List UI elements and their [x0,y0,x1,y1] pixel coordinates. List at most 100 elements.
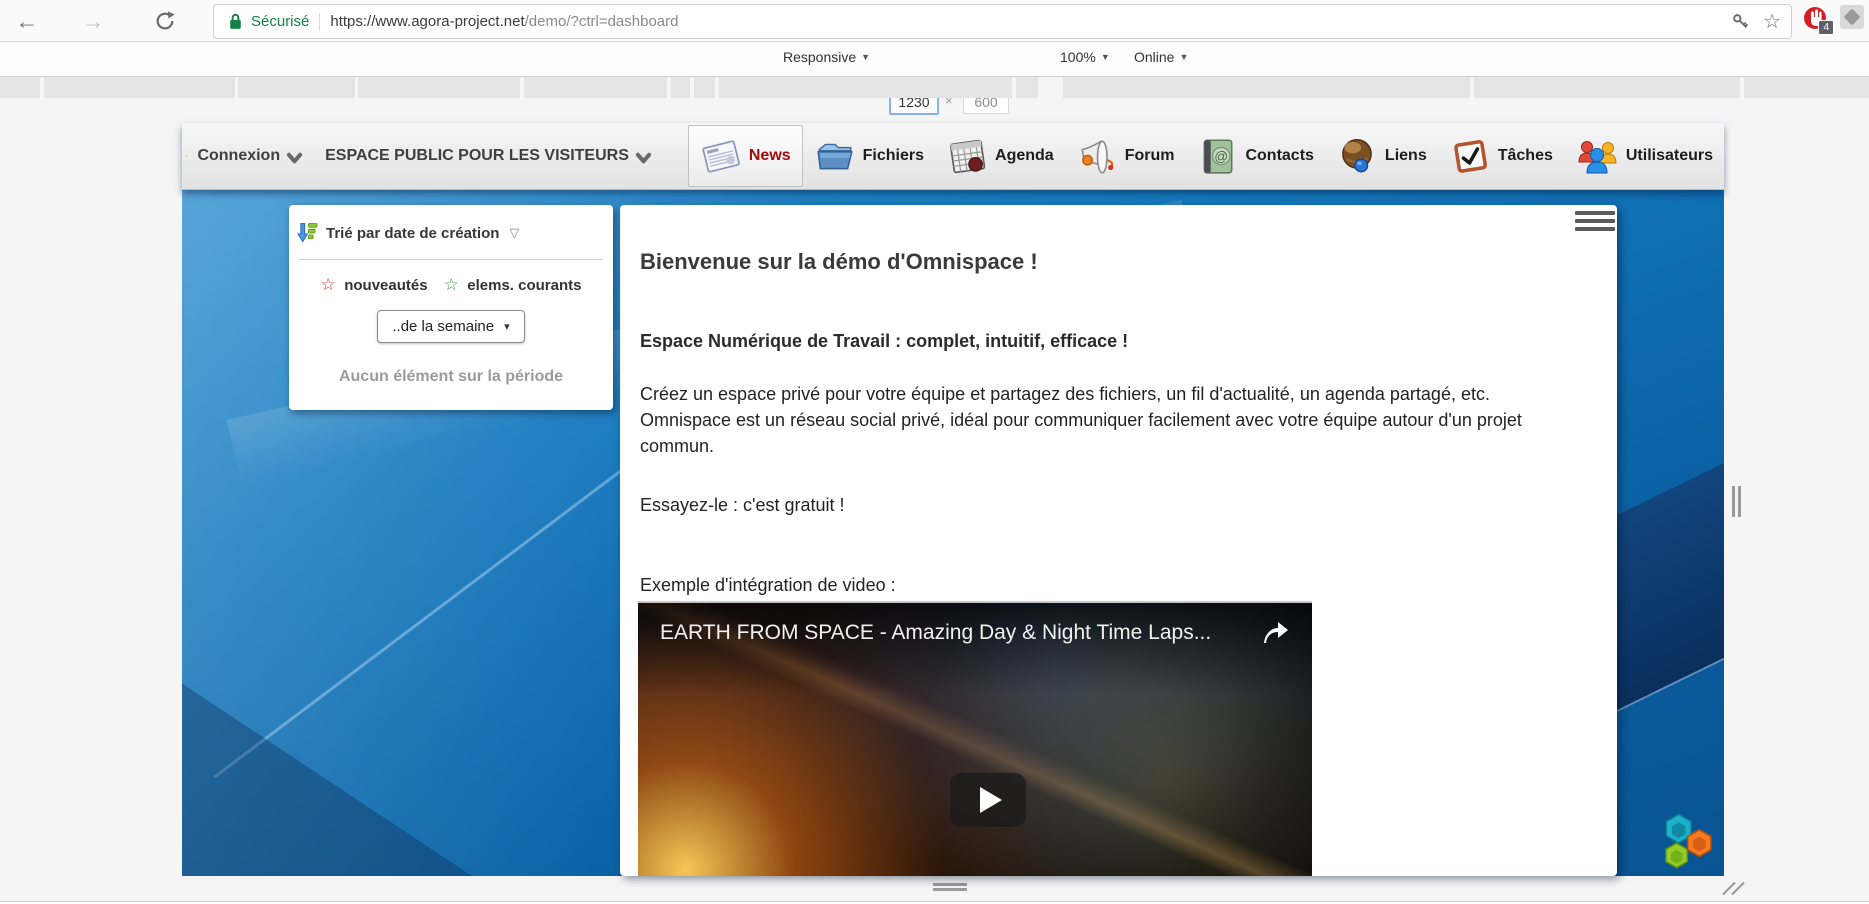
bookmark-item[interactable] [238,77,355,98]
padlock-icon [228,12,243,31]
zoom-dropdown[interactable]: 100% ▼ [1060,49,1110,65]
sort-icon [297,221,318,245]
video-caption: Exemple d'intégration de video : [640,575,896,596]
red-star-icon: ☆ [321,275,336,294]
agora-logo-icon[interactable] [186,125,187,187]
youtube-embed[interactable]: EARTH FROM SPACE - Amazing Day & Night T… [638,601,1312,876]
url-path: /demo/?ctrl=dashboard [525,13,679,30]
agora-logo-corner-icon [1656,808,1722,874]
bookmark-star-icon[interactable]: ☆ [1763,12,1781,32]
screenshot-root: ← → Sécurisé https://www.agora-project.n… [0,0,1869,904]
tab-taches[interactable]: Tâches [1438,126,1564,186]
devtools-device-toolbar: Responsive ▼ 1230 × 600 100% ▼ Online ▼ [0,42,1869,77]
tab-utilisateurs[interactable]: Utilisateurs [1564,126,1724,186]
bookmark-item[interactable] [1744,77,1869,98]
article-body: Créez un espace privé pour votre équipe … [640,381,1578,459]
sort-dropdown[interactable]: Trié par date de création ▽ [289,205,613,257]
sort-label: Trié par date de création [326,225,499,242]
tab-fichiers[interactable]: Fichiers [803,126,935,186]
widget-divider [299,259,603,260]
tab-forum[interactable]: Forum [1065,126,1186,186]
period-select-value: ..de la semaine [392,318,494,335]
newspaper-icon [700,135,742,177]
bookmark-item[interactable] [44,77,235,98]
acrobat-extension-icon[interactable] [1840,5,1864,29]
wallpaper-dark-corner [182,629,472,876]
viewport-resize-handle-bottom[interactable] [933,883,967,893]
bookmark-item[interactable] [1474,77,1740,98]
reload-button[interactable] [150,6,180,36]
bookmark-item[interactable] [358,77,520,98]
viewport-resize-handle-corner[interactable] [1725,879,1747,899]
tab-label: Tâches [1498,147,1553,165]
video-title[interactable]: EARTH FROM SPACE - Amazing Day & Night T… [660,621,1240,645]
site-navbar: Connexion ESPACE PUBLIC POUR LES VISITEU… [182,123,1724,190]
device-type-dropdown[interactable]: Responsive ▼ [783,49,870,65]
connexion-label: Connexion [197,147,280,165]
bookmark-item[interactable] [694,77,715,98]
users-icon [1575,135,1619,177]
adblock-extension-icon[interactable]: 4 [1802,5,1828,31]
tasks-checkbox-icon [1449,135,1491,177]
tab-news[interactable]: News [688,125,803,187]
reload-icon [154,10,176,32]
filter-current-label: elems. courants [467,277,581,294]
bookmark-item[interactable] [1016,77,1038,98]
globe-icon [1336,135,1378,177]
tab-label: Liens [1385,147,1427,165]
bookmarks-band [0,77,1869,98]
module-tabs: News Fichiers [688,126,1724,186]
bookmark-item[interactable] [671,77,690,98]
bookmark-item[interactable] [719,77,1012,98]
zoom-label: 100% [1060,49,1096,65]
megaphone-icon [1076,135,1118,177]
video-title-gradient [638,603,1312,695]
filter-new[interactable]: ☆ nouveautés [321,276,428,295]
tab-label: Contacts [1245,147,1313,165]
chevron-down-icon: ▾ [504,320,510,333]
url-host: https://www.agora-project.net [330,13,524,30]
security-label: Sécurisé [251,13,309,30]
tab-agenda[interactable]: Agenda [935,126,1065,186]
network-throttle-dropdown[interactable]: Online ▼ [1134,49,1188,65]
tab-label: Utilisateurs [1626,147,1713,165]
filter-row: ☆ nouveautés ☆ elems. courants [289,276,613,295]
share-icon[interactable] [1260,619,1290,645]
calendar-icon [946,135,988,177]
bookmark-item[interactable] [1063,77,1470,98]
password-key-icon[interactable] [1732,13,1749,30]
forward-button[interactable]: → [78,6,108,36]
article-cta: Essayez-le : c'est gratuit ! [640,495,845,516]
tab-liens[interactable]: Liens [1325,126,1438,186]
hamburger-icon [1575,211,1615,215]
tab-label: Forum [1125,147,1175,165]
back-button[interactable]: ← [12,6,42,36]
bookmark-item[interactable] [524,77,667,98]
bookmark-item[interactable] [0,77,40,98]
tab-label: Fichiers [863,147,924,165]
browser-toolbar: ← → Sécurisé https://www.agora-project.n… [0,0,1869,42]
viewport-resize-handle-right[interactable] [1732,486,1741,517]
space-selector-menu[interactable]: ESPACE PUBLIC POUR LES VISITEURS [325,147,658,165]
chevron-down-icon: ▼ [1179,52,1188,62]
tab-label: Agenda [995,147,1054,165]
address-bar[interactable]: Sécurisé https://www.agora-project.net/d… [213,4,1792,39]
connexion-menu[interactable]: Connexion [197,147,309,165]
filter-current[interactable]: ☆ elems. courants [444,276,582,295]
news-content-panel: Bienvenue sur la démo d'Omnispace ! Espa… [620,205,1617,876]
green-star-icon: ☆ [444,275,459,294]
sort-filter-widget: Trié par date de création ▽ ☆ nouveautés… [289,205,613,410]
panel-menu-button[interactable] [1575,211,1615,237]
article-title: Bienvenue sur la démo d'Omnispace ! [640,249,1038,275]
tab-label: News [749,147,791,165]
folder-icon [814,135,856,177]
svg-text:@: @ [1215,149,1229,164]
chevron-down-icon: ▼ [1101,52,1110,62]
period-select[interactable]: ..de la semaine ▾ [377,310,525,343]
tab-contacts[interactable]: @ Contacts [1185,126,1324,186]
extension-badge: 4 [1818,20,1834,35]
play-button[interactable] [950,773,1026,827]
url-divider [319,13,320,31]
acrobat-glyph [1844,9,1861,26]
chevron-down-icon [635,152,652,165]
